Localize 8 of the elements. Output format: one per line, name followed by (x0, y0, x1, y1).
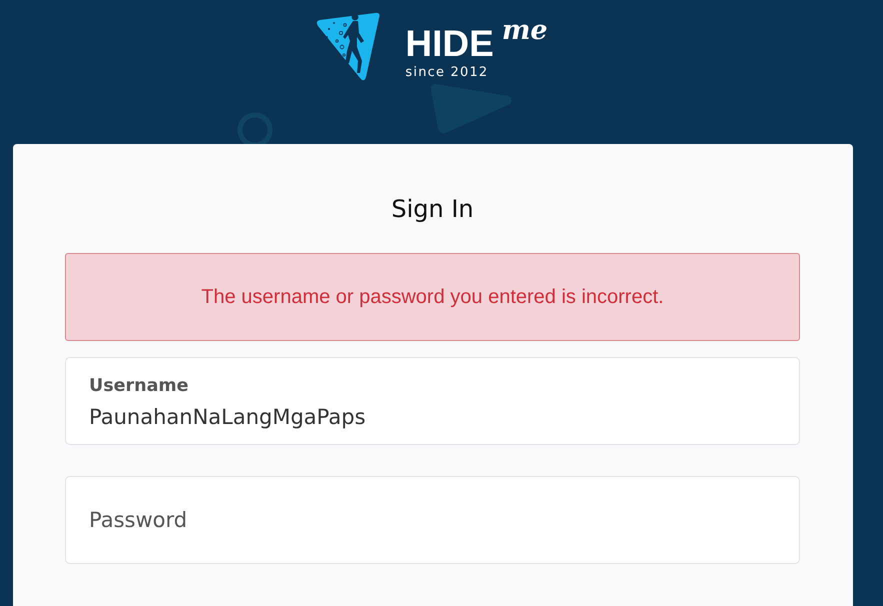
logo-script-text: me (502, 17, 548, 45)
error-alert: The username or password you entered is incorrect. (65, 253, 800, 341)
sign-in-title: Sign In (391, 195, 474, 224)
logo-icon (315, 11, 382, 83)
logo-wordmark: HIDE (405, 25, 494, 62)
password-field[interactable]: Password (65, 476, 800, 564)
username-field[interactable]: Username PaunahanNaLangMgaPaps (65, 357, 800, 445)
logo-tagline: since 2012 (405, 65, 490, 81)
